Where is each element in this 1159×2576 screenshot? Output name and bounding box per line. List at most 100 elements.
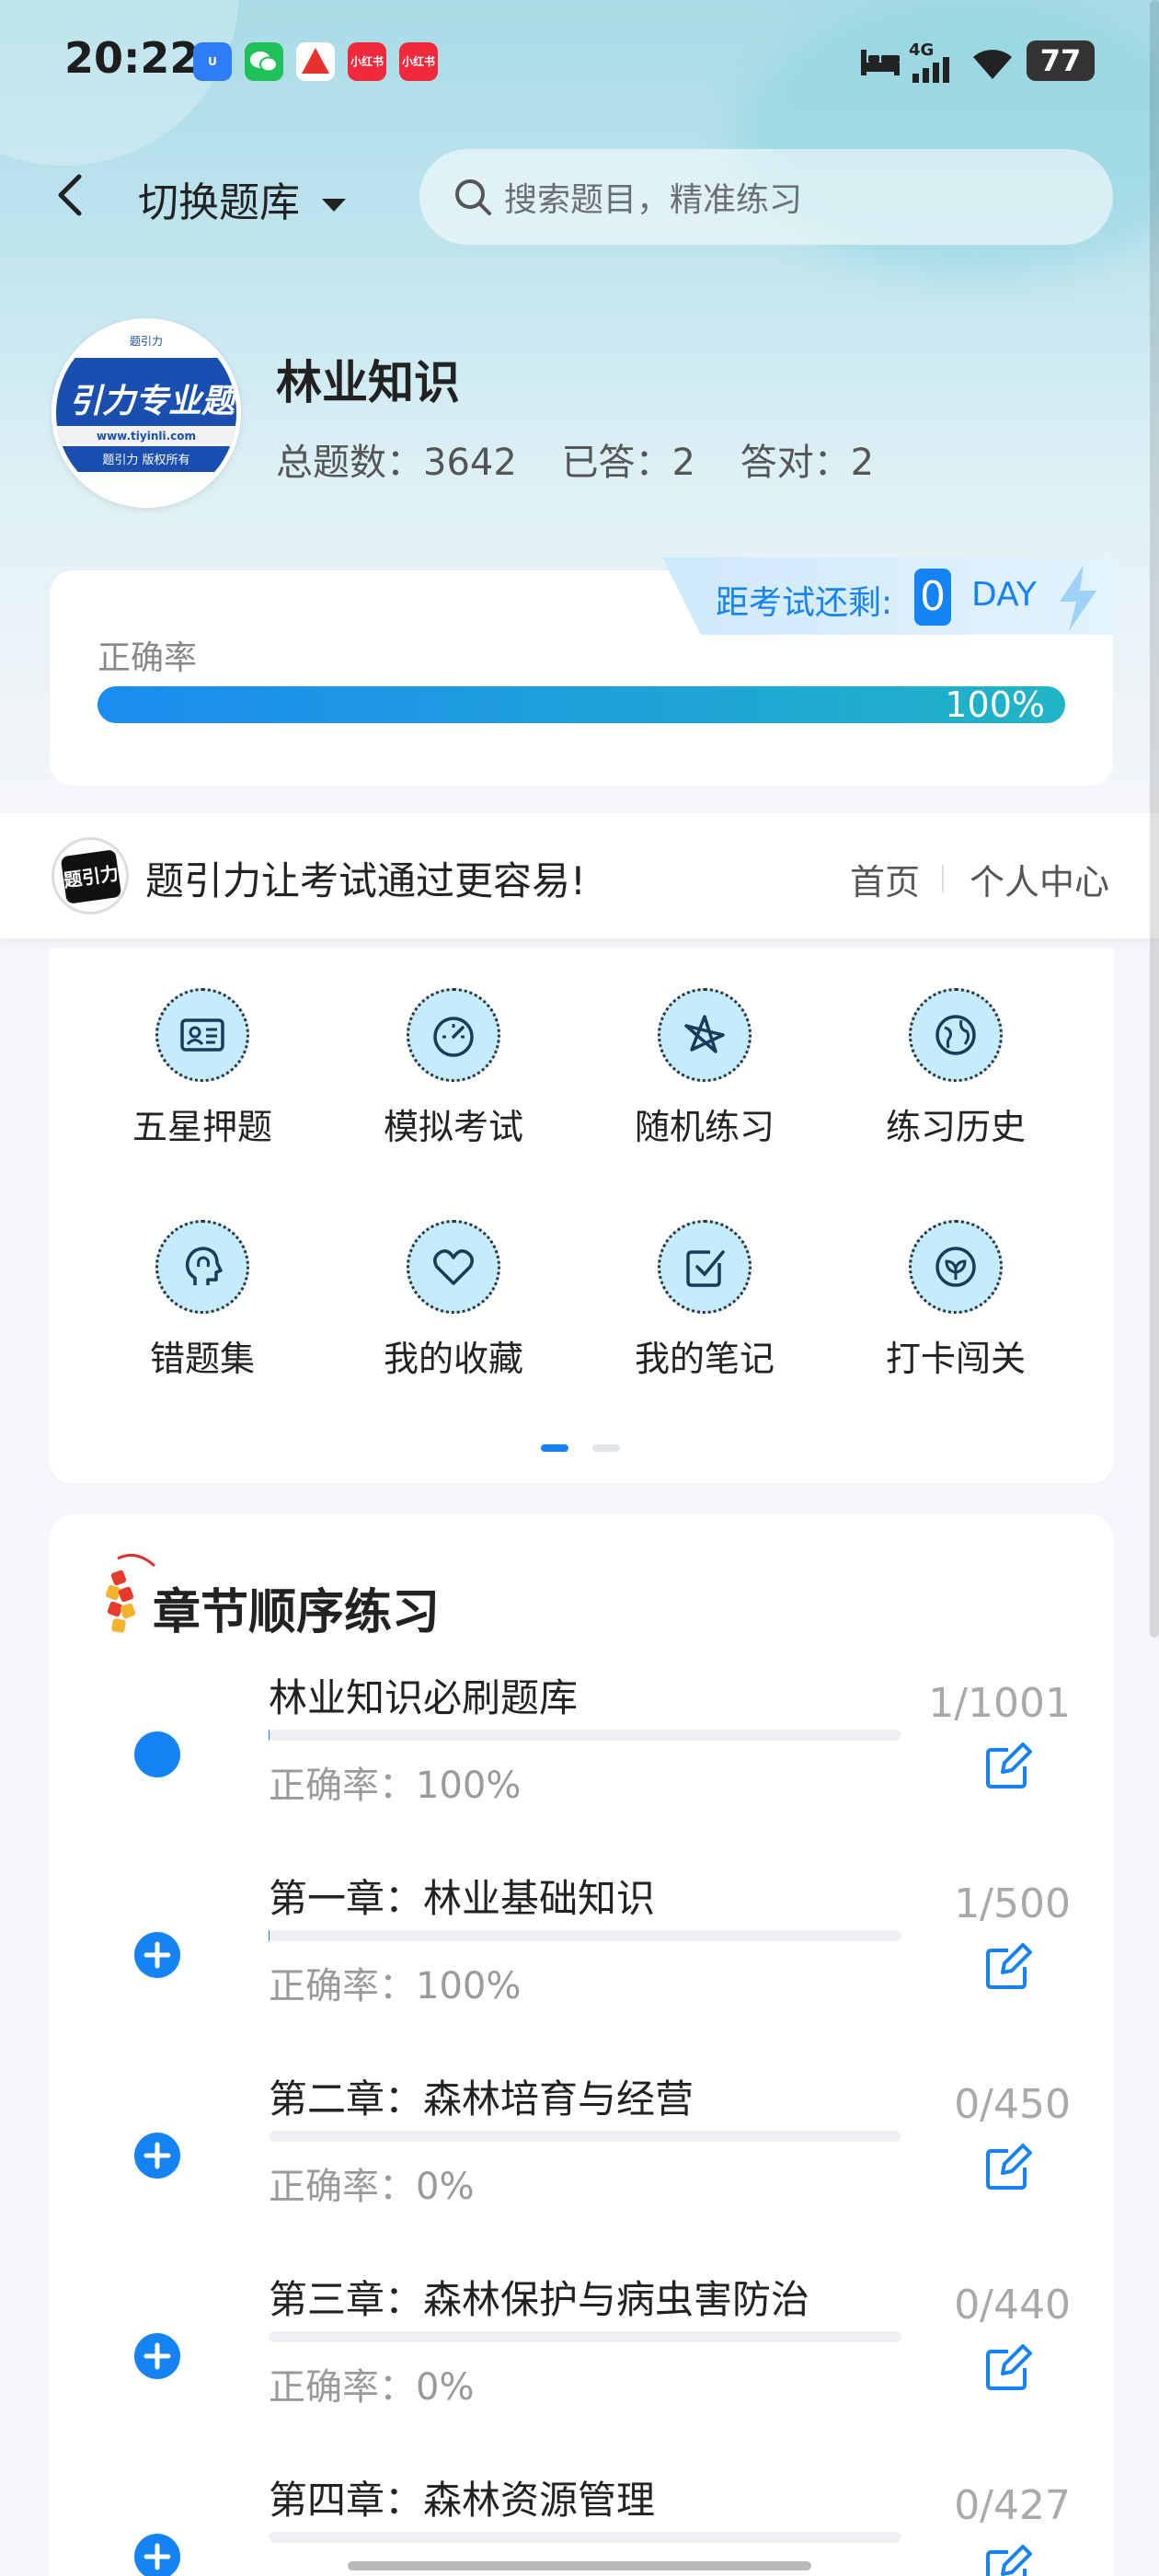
exam-days: 0 [914, 569, 951, 626]
correct-count: 答对：2 [740, 442, 875, 484]
app-icon [296, 42, 335, 81]
edit-icon[interactable] [981, 2138, 1036, 2193]
feature-grid: 五星押题 模拟考试 随机练习 练习历史 错题集 我的收藏 我的笔记 打卡闯关 [50, 948, 1113, 1483]
chapter-count: 1/1001 [928, 1680, 1071, 1727]
xiaohongshu-icon: 小红书 [399, 42, 438, 81]
bed-icon [859, 46, 901, 77]
grid-item-notes[interactable]: 我的笔记 [594, 1220, 815, 1381]
chapter-practice-card: 章节顺序练习 林业知识必刷题库 正确率：100% 1/1001 第一章：林业基础知识正… [50, 1514, 1113, 2576]
search-icon [455, 179, 491, 215]
globe-icon [909, 988, 1003, 1082]
chapter-name: 第三章：森林保护与病虫害防治 [269, 2277, 810, 2322]
brand-logo-icon: 题引力 [52, 837, 129, 914]
wifi-icon [970, 44, 1016, 81]
chapter-count: 1/500 [954, 1880, 1071, 1927]
chapter-progress-track [269, 2331, 901, 2342]
status-bar: 20:22 U 小红书 小红书 4G 77 [0, 0, 1159, 129]
chapter-accuracy: 正确率：0% [269, 2366, 475, 2409]
chapter-progress-track [269, 1930, 901, 1941]
status-time: 20:22 [64, 33, 200, 83]
expand-plus-icon[interactable] [134, 2333, 180, 2379]
expand-plus-icon[interactable] [134, 2534, 180, 2576]
chapter-row[interactable]: 第二章：森林培育与经营正确率：0% 0/450 [50, 2068, 1113, 2269]
home-link[interactable]: 首页 [850, 854, 920, 904]
chapter-row[interactable]: 第三章：森林保护与病虫害防治 正确率：0% 0/440 [50, 2269, 1113, 2469]
caret-down-icon [322, 199, 346, 212]
chapter-accuracy: 正确率：100% [269, 1765, 522, 1807]
edit-icon[interactable] [981, 2539, 1036, 2576]
chapter-accuracy: 正确率：0% [269, 2166, 475, 2208]
chapter-progress-fill [269, 1730, 270, 1741]
home-indicator[interactable] [348, 2561, 811, 2570]
grid-item-label: 练习历史 [885, 1107, 1026, 1147]
lightning-icon [1060, 565, 1096, 631]
link-divider [942, 865, 944, 892]
id-card-icon [155, 988, 249, 1082]
exam-unit: DAY [971, 576, 1037, 614]
chapter-row[interactable]: 林业知识必刷题库 正确率：100% 1/1001 [50, 1667, 1113, 1868]
grid-item-wrong-set[interactable]: 错题集 [92, 1220, 313, 1381]
chapter-count: 0/427 [954, 2482, 1071, 2529]
grid-item-practice-history[interactable]: 练习历史 [845, 988, 1066, 1149]
grid-item-label: 随机练习 [634, 1107, 775, 1147]
total-count: 总题数：3642 [276, 442, 517, 484]
chapter-count: 0/440 [954, 2282, 1071, 2329]
chapter-progress-track [269, 2131, 901, 2142]
current-dot-icon[interactable] [134, 1731, 180, 1777]
signal-icon [911, 57, 953, 83]
expand-plus-icon[interactable] [134, 1932, 180, 1978]
grid-item-label: 我的笔记 [634, 1339, 775, 1379]
chapter-section-title: 章节顺序练习 [153, 1585, 441, 1640]
edit-icon[interactable] [981, 1737, 1036, 1792]
chevron-left-icon [58, 174, 82, 216]
note-check-icon [658, 1220, 752, 1314]
answered-count: 已答：2 [561, 442, 695, 484]
accuracy-bar: 100% [98, 686, 1065, 723]
chapter-accuracy: 正确率：100% [269, 1965, 522, 2007]
back-button[interactable] [50, 166, 90, 224]
chapter-row[interactable]: 第一章：林业基础知识 正确率：100% 1/500 [50, 1868, 1113, 2068]
chapter-name: 第一章：林业基础知识 [269, 1876, 656, 1921]
grid-item-five-star[interactable]: 五星押题 [92, 988, 313, 1149]
grid-item-checkin[interactable]: 打卡闯关 [845, 1220, 1066, 1381]
exam-countdown-prefix: 距考试还剩: [716, 584, 893, 622]
chapter-row[interactable]: 第四章：森林资源管理 0/427 [50, 2469, 1113, 2576]
accuracy-value: 100% [945, 684, 1045, 725]
battery-icon: 77 [1027, 40, 1095, 81]
app-icon: U [193, 42, 232, 81]
heart-icon [407, 1220, 500, 1314]
slogan-bar: 题引力 题引力让考试通过更容易! 首页 个人中心 [0, 813, 1159, 938]
search-input[interactable]: 搜索题目，精准练习 [419, 149, 1113, 245]
chapter-name: 林业知识必刷题库 [269, 1675, 579, 1720]
grid-item-label: 我的收藏 [383, 1339, 523, 1379]
chapter-name: 第二章：森林培育与经营 [269, 2076, 694, 2122]
page-indicator-active [541, 1444, 568, 1452]
head-icon [155, 1220, 249, 1314]
grid-item-favorites[interactable]: 我的收藏 [343, 1220, 564, 1381]
switch-bank-label: 切换题库 [138, 179, 300, 226]
scrollbar[interactable] [1150, 0, 1159, 1638]
slogan-text: 题引力让考试通过更容易! [145, 858, 586, 903]
exam-countdown: 距考试还剩: 0 DAY [662, 558, 1113, 635]
speedometer-icon [407, 988, 500, 1082]
chapter-name: 第四章：森林资源管理 [269, 2478, 656, 2523]
chapter-progress-track [269, 1730, 901, 1741]
page-indicator [592, 1444, 620, 1452]
bank-logo: 题引力 引力专业题 www.tiyinli.com 题引力 版权所有 [52, 318, 241, 508]
edit-icon[interactable] [981, 1938, 1036, 1993]
wechat-icon [245, 42, 283, 81]
chapter-progress-fill [269, 1930, 270, 1941]
random-icon [658, 988, 752, 1082]
switch-bank-button[interactable]: 切换题库 [138, 169, 348, 228]
grid-item-label: 打卡闯关 [885, 1339, 1026, 1379]
bank-stats: 总题数：3642 已答：2 答对：2 [276, 432, 874, 486]
grid-item-label: 模拟考试 [383, 1107, 523, 1147]
grid-item-label: 错题集 [149, 1339, 255, 1379]
expand-plus-icon[interactable] [134, 2133, 180, 2179]
chapter-count: 0/450 [954, 2081, 1071, 2128]
profile-center-link[interactable]: 个人中心 [970, 854, 1109, 904]
grid-item-random-practice[interactable]: 随机练习 [594, 988, 815, 1149]
grid-item-label: 五星押题 [132, 1107, 272, 1147]
grid-item-mock-exam[interactable]: 模拟考试 [343, 988, 564, 1149]
edit-icon[interactable] [981, 2339, 1036, 2394]
